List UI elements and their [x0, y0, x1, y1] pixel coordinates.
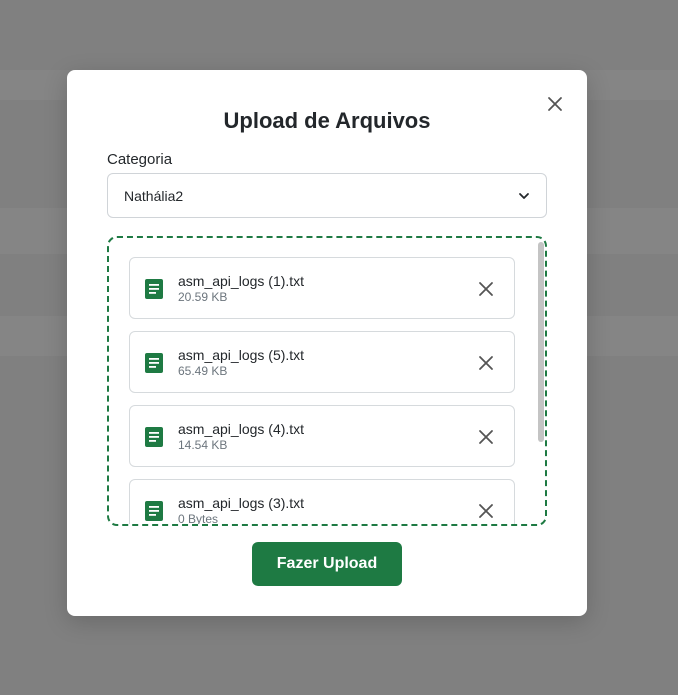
remove-file-button[interactable] — [474, 351, 498, 375]
file-item: asm_api_logs (4).txt 14.54 KB — [129, 405, 515, 467]
remove-icon — [479, 430, 493, 444]
file-text-icon — [145, 427, 163, 447]
remove-icon — [479, 356, 493, 370]
remove-file-button[interactable] — [474, 277, 498, 301]
file-name: asm_api_logs (5).txt — [178, 347, 305, 363]
file-list: asm_api_logs (1).txt 20.59 KB asm_api_lo… — [129, 257, 515, 526]
file-text-icon — [145, 501, 163, 521]
file-text-icon — [145, 279, 163, 299]
scrollbar[interactable] — [538, 242, 544, 520]
file-name: asm_api_logs (3).txt — [178, 495, 305, 511]
remove-icon — [479, 504, 493, 518]
category-select[interactable]: Nathália2 — [107, 173, 547, 218]
upload-modal: Upload de Arquivos Categoria Nathália2 a… — [67, 70, 587, 616]
scrollbar-thumb[interactable] — [538, 242, 544, 442]
file-item: asm_api_logs (1).txt 20.59 KB — [129, 257, 515, 319]
file-name: asm_api_logs (4).txt — [178, 421, 305, 437]
remove-file-button[interactable] — [474, 425, 498, 449]
upload-button[interactable]: Fazer Upload — [252, 542, 402, 586]
file-item: asm_api_logs (5).txt 65.49 KB — [129, 331, 515, 393]
file-text-icon — [145, 353, 163, 373]
category-label: Categoria — [107, 151, 173, 168]
file-size: 65.49 KB — [178, 364, 228, 378]
remove-icon — [479, 282, 493, 296]
category-value: Nathália2 — [124, 187, 184, 204]
file-size: 14.54 KB — [178, 438, 228, 452]
file-size: 20.59 KB — [178, 290, 228, 304]
modal-title: Upload de Arquivos — [223, 108, 431, 133]
remove-file-button[interactable] — [474, 499, 498, 523]
file-item: asm_api_logs (3).txt 0 Bytes — [129, 479, 515, 526]
file-dropzone[interactable]: asm_api_logs (1).txt 20.59 KB asm_api_lo… — [107, 236, 547, 526]
chevron-down-icon — [519, 192, 529, 199]
file-name: asm_api_logs (1).txt — [178, 273, 305, 289]
file-size: 0 Bytes — [178, 512, 219, 526]
